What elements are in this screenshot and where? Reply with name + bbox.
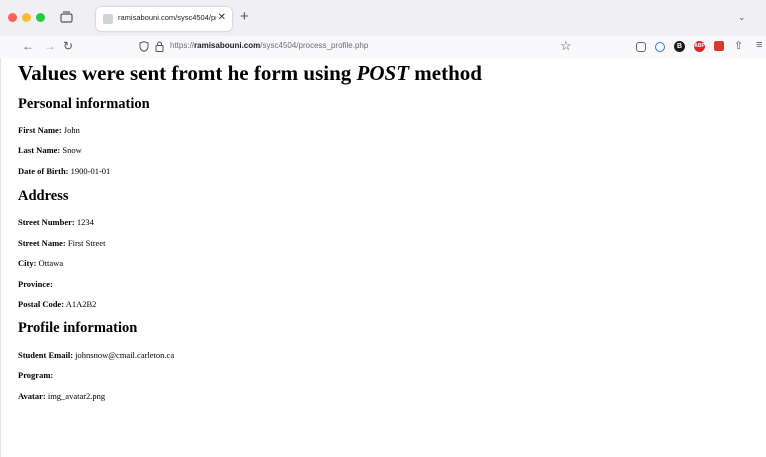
- extensions-puzzle-icon[interactable]: [714, 41, 724, 51]
- zoom-window-button[interactable]: [36, 13, 45, 22]
- page-content: Values were sent fromt he form using POS…: [0, 58, 766, 457]
- address-bar[interactable]: https://ramisabouni.com/sysc4504/process…: [170, 41, 368, 50]
- field-province: Province:: [18, 279, 53, 289]
- field-avatar: Avatar: img_avatar2.png: [18, 391, 106, 401]
- tab-title: ramisabouni.com/sysc4504/process_: [118, 13, 216, 22]
- field-street-number: Street Number: 1234: [18, 217, 94, 227]
- tab-strip: ramisabouni.com/sysc4504/process_ ✕ + ⌄: [0, 0, 766, 37]
- forward-button[interactable]: →: [44, 39, 56, 53]
- extension-clock-icon[interactable]: [655, 42, 665, 52]
- field-city: City: Ottawa: [18, 258, 64, 268]
- new-tab-button[interactable]: +: [240, 9, 249, 24]
- favicon-icon: [103, 14, 113, 24]
- field-student-email: Student Email: johnsnow@cmail.carleton.c…: [18, 350, 175, 360]
- extension-b-icon[interactable]: B: [674, 41, 685, 52]
- field-street-name: Street Name: First Street: [18, 238, 106, 248]
- bookmark-star-icon[interactable]: ☆: [560, 38, 572, 54]
- field-first-name: First Name: John: [18, 125, 80, 135]
- pocket-icon[interactable]: [636, 42, 646, 52]
- lock-icon[interactable]: [155, 41, 164, 52]
- section-profile-heading: Profile information: [18, 320, 138, 336]
- page-title: Values were sent fromt he form using POS…: [18, 61, 482, 85]
- menu-icon[interactable]: ≡: [756, 39, 762, 51]
- minimize-window-button[interactable]: [22, 13, 31, 22]
- section-personal-heading: Personal information: [18, 96, 150, 112]
- tab-overview-icon[interactable]: [60, 11, 73, 23]
- browser-window: ramisabouni.com/sysc4504/process_ ✕ + ⌄ …: [0, 0, 766, 457]
- field-last-name: Last Name: Snow: [18, 145, 82, 155]
- tab-active[interactable]: ramisabouni.com/sysc4504/process_ ✕: [96, 7, 232, 31]
- list-tabs-icon[interactable]: ⌄: [738, 12, 746, 23]
- reload-button[interactable]: ↻: [63, 39, 73, 53]
- adblock-plus-icon[interactable]: ABP: [694, 41, 705, 52]
- field-postal-code: Postal Code: A1A2B2: [18, 299, 97, 309]
- tracking-protection-icon[interactable]: [139, 41, 149, 52]
- url-domain: ramisabouni.com: [194, 41, 261, 50]
- close-window-button[interactable]: [8, 13, 17, 22]
- navigation-bar: ← → ↻ https://ramisabouni.com/sysc4504/p…: [0, 36, 766, 59]
- field-date-of-birth: Date of Birth: 1900-01-01: [18, 166, 111, 176]
- field-program: Program:: [18, 370, 54, 380]
- tab-close-icon[interactable]: ✕: [218, 12, 226, 24]
- back-button[interactable]: ←: [22, 39, 34, 53]
- share-icon[interactable]: ⇧: [734, 39, 743, 52]
- url-prefix: https://: [170, 41, 195, 50]
- url-path: /sysc4504/process_profile.php: [260, 41, 369, 50]
- section-address-heading: Address: [18, 188, 69, 204]
